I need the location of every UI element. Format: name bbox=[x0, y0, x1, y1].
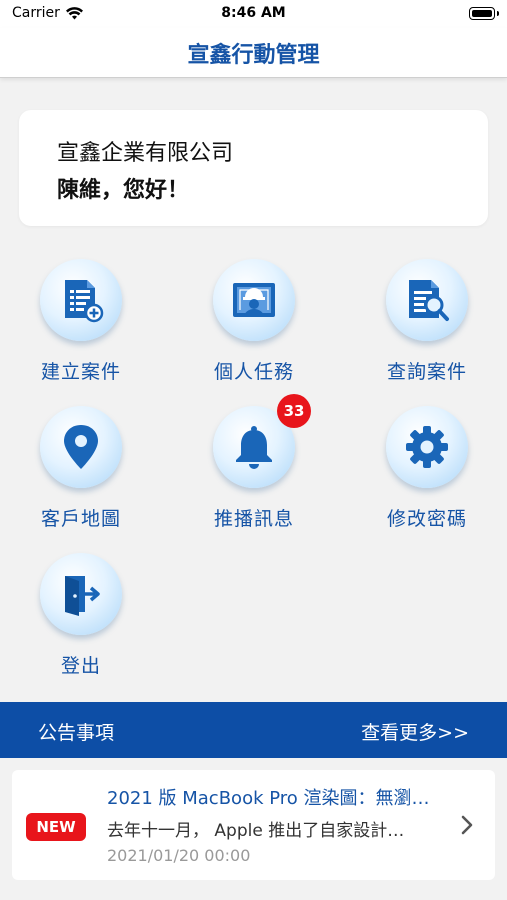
menu-change-password[interactable]: 修改密碼 bbox=[352, 406, 502, 536]
announcements-header: 公告事項 查看更多>> bbox=[0, 702, 507, 758]
announcement-item[interactable]: NEW 2021 版 MacBook Pro 渲染圖：無瀏海設計 去年十一月， … bbox=[12, 770, 495, 880]
menu-search-case[interactable]: 查詢案件 bbox=[352, 259, 502, 389]
announcement-excerpt: 去年十一月， Apple 推出了自家設計的 M1 晶片 bbox=[107, 821, 417, 841]
battery-level bbox=[472, 10, 492, 17]
user-greeting: 陳維，您好！ bbox=[57, 178, 190, 203]
customer-map-button[interactable] bbox=[40, 406, 122, 488]
see-more-link[interactable]: 查看更多>> bbox=[361, 718, 469, 745]
map-pin-icon bbox=[64, 425, 98, 469]
company-name: 宣鑫企業有限公司 bbox=[57, 141, 234, 166]
my-tasks-label: 個人任務 bbox=[213, 361, 294, 383]
notifications-label: 推播訊息 bbox=[213, 508, 294, 530]
worker-blueprint-icon bbox=[233, 283, 275, 317]
menu-customer-map[interactable]: 客戶地圖 bbox=[6, 406, 156, 536]
announcement-title: 2021 版 MacBook Pro 渲染圖：無瀏海設計 bbox=[107, 788, 437, 809]
menu-logout[interactable]: 登出 bbox=[6, 553, 156, 683]
create-case-label: 建立案件 bbox=[40, 361, 121, 383]
search-case-label: 查詢案件 bbox=[386, 361, 467, 383]
new-badge: NEW bbox=[26, 813, 86, 841]
menu-create-case[interactable]: 建立案件 bbox=[6, 259, 156, 389]
menu-notifications[interactable]: 33 推播訊息 bbox=[179, 394, 329, 536]
status-time: 8:46 AM bbox=[221, 5, 286, 21]
document-search-icon bbox=[409, 280, 449, 321]
logout-button[interactable] bbox=[40, 553, 122, 635]
search-case-button[interactable] bbox=[386, 259, 468, 341]
customer-map-label: 客戶地圖 bbox=[40, 508, 121, 530]
logout-label: 登出 bbox=[60, 655, 101, 677]
status-bar: Carrier 8:46 AM bbox=[0, 0, 507, 28]
create-case-button[interactable] bbox=[40, 259, 122, 341]
change-password-label: 修改密碼 bbox=[386, 508, 467, 530]
announcement-timestamp: 2021/01/20 00:00 bbox=[107, 846, 251, 865]
document-add-icon bbox=[65, 280, 104, 323]
chevron-right-icon bbox=[461, 815, 473, 835]
page-title: 宣鑫行動管理 bbox=[187, 43, 320, 68]
unread-count-badge: 33 bbox=[277, 394, 311, 428]
logout-icon bbox=[65, 576, 100, 616]
bell-icon bbox=[236, 426, 272, 469]
menu-my-tasks[interactable]: 個人任務 bbox=[179, 259, 329, 389]
change-password-button[interactable] bbox=[386, 406, 468, 488]
gear-icon bbox=[406, 426, 448, 468]
announcements-title: 公告事項 bbox=[38, 722, 115, 744]
battery-icon bbox=[469, 7, 499, 20]
nav-bar: 宣鑫行動管理 bbox=[0, 28, 507, 78]
my-tasks-button[interactable] bbox=[213, 259, 295, 341]
welcome-card: 宣鑫企業有限公司 陳維，您好！ bbox=[19, 110, 488, 226]
